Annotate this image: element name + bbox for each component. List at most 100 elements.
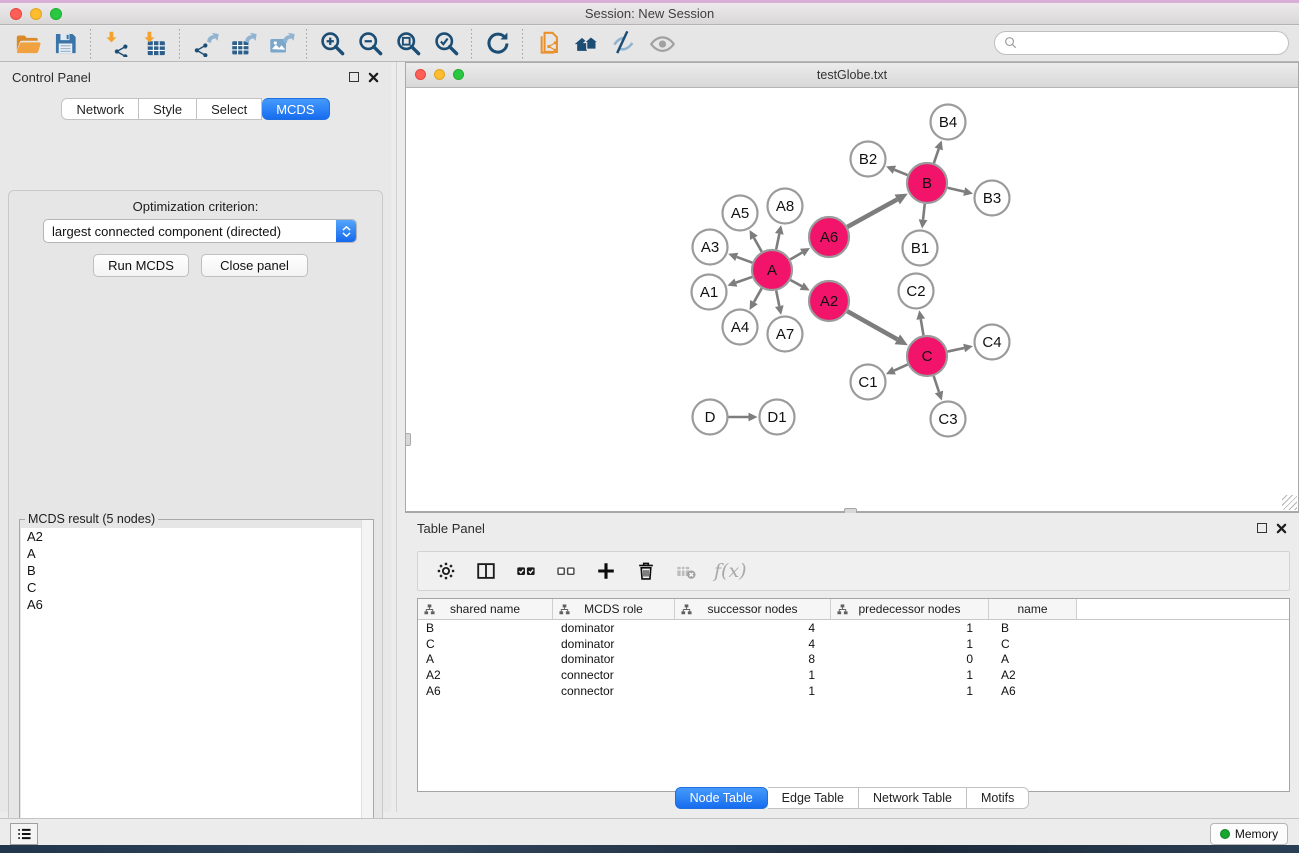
edge-A-A1[interactable] xyxy=(736,277,752,283)
table-row[interactable]: Cdominator41C xyxy=(418,636,1289,652)
select-all-button[interactable] xyxy=(508,554,544,588)
zoom-fit-button[interactable] xyxy=(389,28,427,60)
mcds-result-item[interactable]: A2 xyxy=(21,528,372,545)
hide-selected-button[interactable] xyxy=(605,28,643,60)
edge-B-B2[interactable] xyxy=(894,170,907,175)
table-row[interactable]: Adominator80A xyxy=(418,652,1289,668)
column-header-mcds-role[interactable]: MCDS role xyxy=(553,599,675,619)
edge-B-B4[interactable] xyxy=(934,149,939,163)
column-header-successor-nodes[interactable]: successor nodes xyxy=(675,599,831,619)
add-column-button[interactable] xyxy=(588,554,624,588)
mcds-result-item[interactable]: A6 xyxy=(21,596,372,613)
run-mcds-button[interactable]: Run MCDS xyxy=(93,254,189,277)
edge-C-C3[interactable] xyxy=(934,376,939,392)
edge-A-A8[interactable] xyxy=(776,234,779,249)
zoom-window-button[interactable] xyxy=(50,8,62,20)
memory-button[interactable]: Memory xyxy=(1210,823,1288,845)
table-row[interactable]: Bdominator41B xyxy=(418,620,1289,636)
edge-A-A7[interactable] xyxy=(776,291,779,306)
resize-grip-icon[interactable] xyxy=(1282,495,1297,510)
tab-edge-table[interactable]: Edge Table xyxy=(768,787,859,809)
tab-select[interactable]: Select xyxy=(197,98,262,120)
tab-node-table[interactable]: Node Table xyxy=(675,787,768,809)
split-view-button[interactable] xyxy=(468,554,504,588)
mcds-result-item[interactable]: C xyxy=(21,579,372,596)
refresh-button[interactable] xyxy=(478,28,516,60)
import-network-button[interactable] xyxy=(97,28,135,60)
control-panel-title: Control Panel xyxy=(12,70,91,85)
function-builder-button[interactable]: f(x) xyxy=(708,560,753,582)
control-panel-tabs: NetworkStyleSelectMCDS xyxy=(0,98,391,120)
edge-B-B3[interactable] xyxy=(947,188,964,192)
edge-C-C2[interactable] xyxy=(921,319,924,335)
network-canvas[interactable]: B4B2BB3A5A8A6B1A3AA1C2A2A4A7C4CC1C3DD1 xyxy=(406,88,1298,511)
edge-A-A5[interactable] xyxy=(754,238,762,252)
edge-A-A4[interactable] xyxy=(754,288,762,302)
edge-C-C4[interactable] xyxy=(948,348,965,352)
minimize-window-button[interactable] xyxy=(30,8,42,20)
zoom-selected-button[interactable] xyxy=(427,28,465,60)
deselect-all-button[interactable] xyxy=(548,554,584,588)
close-table-panel-icon[interactable] xyxy=(1276,523,1287,534)
edge-A-A6[interactable] xyxy=(790,253,802,260)
optimization-criterion-dropdown[interactable]: largest connected component (directed) xyxy=(43,219,357,243)
column-header-name[interactable]: name xyxy=(989,599,1077,619)
splitter-handle[interactable] xyxy=(405,433,411,446)
table-cell: 1 xyxy=(831,637,989,651)
tab-network[interactable]: Network xyxy=(61,98,139,120)
close-window-button[interactable] xyxy=(10,8,22,20)
new-network-from-selection-button[interactable] xyxy=(529,28,567,60)
edge-C-C1[interactable] xyxy=(894,364,908,370)
export-table-button[interactable] xyxy=(224,28,262,60)
column-namespace-icon xyxy=(681,604,692,618)
close-panel-icon[interactable] xyxy=(368,72,379,83)
import-table-button[interactable] xyxy=(135,28,173,60)
tab-mcds[interactable]: MCDS xyxy=(262,98,329,120)
table-body: Bdominator41BCdominator41CAdominator80AA… xyxy=(418,620,1289,699)
edge-A2-C[interactable] xyxy=(847,311,897,339)
float-panel-icon[interactable] xyxy=(349,72,359,82)
table-settings-button[interactable] xyxy=(428,554,464,588)
save-session-button[interactable] xyxy=(46,28,84,60)
export-network-icon xyxy=(192,30,219,57)
search-box[interactable] xyxy=(994,31,1289,55)
panel-splitter[interactable] xyxy=(396,62,397,812)
edge-A6-B[interactable] xyxy=(847,199,897,226)
edge-B-B1[interactable] xyxy=(923,204,925,220)
tab-network-table[interactable]: Network Table xyxy=(859,787,967,809)
mcds-result-item[interactable]: B xyxy=(21,562,372,579)
open-file-button[interactable] xyxy=(8,28,46,60)
close-panel-button[interactable]: Close panel xyxy=(201,254,308,277)
mcds-result-scrollbar[interactable] xyxy=(361,520,373,853)
first-neighbors-button[interactable] xyxy=(567,28,605,60)
node-label-B3: B3 xyxy=(983,190,1001,207)
delete-column-button[interactable] xyxy=(628,554,664,588)
show-all-button[interactable] xyxy=(643,28,681,60)
column-header-predecessor-nodes[interactable]: predecessor nodes xyxy=(831,599,989,619)
delete-table-button[interactable] xyxy=(668,554,704,588)
edge-A-A3[interactable] xyxy=(737,257,753,263)
main-toolbar-buttons xyxy=(8,28,681,60)
export-network-button[interactable] xyxy=(186,28,224,60)
table-row[interactable]: A6connector11A6 xyxy=(418,683,1289,699)
edge-A-A2[interactable] xyxy=(790,280,801,286)
network-minimize-button[interactable] xyxy=(434,69,445,80)
tab-motifs[interactable]: Motifs xyxy=(967,787,1029,809)
search-input[interactable] xyxy=(1019,36,1280,50)
tab-style[interactable]: Style xyxy=(139,98,197,120)
column-header-shared-name[interactable]: shared name xyxy=(418,599,553,619)
table-row[interactable]: A2connector11A2 xyxy=(418,667,1289,683)
mcds-result-item[interactable]: A xyxy=(21,545,372,562)
export-image-button[interactable] xyxy=(262,28,300,60)
task-history-button[interactable] xyxy=(10,823,38,845)
desktop-background xyxy=(0,845,1299,853)
table-cell: 4 xyxy=(675,621,831,635)
float-table-panel-icon[interactable] xyxy=(1257,523,1267,533)
zoom-out-button[interactable] xyxy=(351,28,389,60)
network-window-titlebar[interactable]: testGlobe.txt xyxy=(406,63,1298,88)
network-zoom-button[interactable] xyxy=(453,69,464,80)
table-header-row: shared nameMCDS rolesuccessor nodesprede… xyxy=(418,599,1289,620)
table-cell: B xyxy=(989,621,1077,635)
network-close-button[interactable] xyxy=(415,69,426,80)
zoom-in-button[interactable] xyxy=(313,28,351,60)
